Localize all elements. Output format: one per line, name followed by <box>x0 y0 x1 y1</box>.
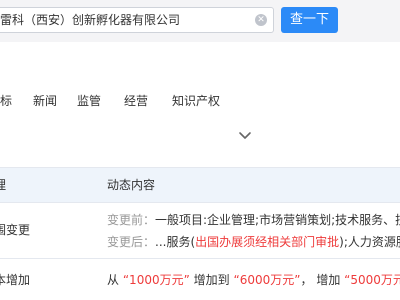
chevron-down-icon[interactable] <box>237 129 253 143</box>
separator: ， <box>300 273 313 287</box>
change-item: 本增加 <box>0 273 31 287</box>
table-header: 理 动态内容 <box>0 167 400 203</box>
tab-news[interactable]: 新闻 <box>33 86 57 116</box>
to-value: “6000万元” <box>233 273 301 287</box>
table-row: 本增加 从 “1000万元” 增加到 “6000万元”， 增加 “5000万元” <box>0 259 400 300</box>
tab-operations[interactable]: 经营 <box>124 86 148 116</box>
search-header: 雷科（西安）创新孵化器有限公司 ✕ 查一下 <box>0 0 400 42</box>
before-label: 变更前： <box>107 213 156 227</box>
search-input[interactable]: 雷科（西安）创新孵化器有限公司 ✕ <box>0 7 274 33</box>
add-value: “5000万元” <box>344 273 400 287</box>
tab-bar: 标 新闻 监管 经营 知识产权 <box>0 86 400 116</box>
tab-supervision[interactable]: 监管 <box>77 86 101 116</box>
after-text-2: );人力资源服 <box>339 235 400 249</box>
after-line: 变更后：...服务(出国办展须经相关部门审批);人力资源服 <box>107 233 400 250</box>
tab-partial[interactable]: 标 <box>0 86 12 116</box>
before-text: 一般项目:企业管理;市场营销策划;技术服务、技 <box>155 213 400 227</box>
after-label: 变更后： <box>107 235 156 249</box>
table-row: 围变更 变更前：一般项目:企业管理;市场营销策划;技术服务、技 变更后：...服… <box>0 202 400 259</box>
capital-change-line: 从 “1000万元” 增加到 “6000万元”， 增加 “5000万元” <box>107 271 400 288</box>
from-value: “1000万元” <box>122 273 190 287</box>
search-button[interactable]: 查一下 <box>281 7 338 33</box>
tab-intellectual-property[interactable]: 知识产权 <box>172 86 220 116</box>
before-line: 变更前：一般项目:企业管理;市场营销策划;技术服务、技 <box>107 211 400 228</box>
from-word: 从 <box>107 273 120 287</box>
change-item: 围变更 <box>0 223 31 237</box>
search-input-value[interactable]: 雷科（西安）创新孵化器有限公司 <box>0 8 248 32</box>
add-word: 增加 <box>316 273 341 287</box>
after-text-1: ...服务( <box>155 235 196 249</box>
mid-word: 增加到 <box>193 273 230 287</box>
column-header-item: 理 <box>0 178 7 192</box>
clear-icon[interactable]: ✕ <box>255 14 267 26</box>
column-header-content: 动态内容 <box>107 178 156 192</box>
after-highlight: 出国办展须经相关部门审批 <box>195 235 340 249</box>
